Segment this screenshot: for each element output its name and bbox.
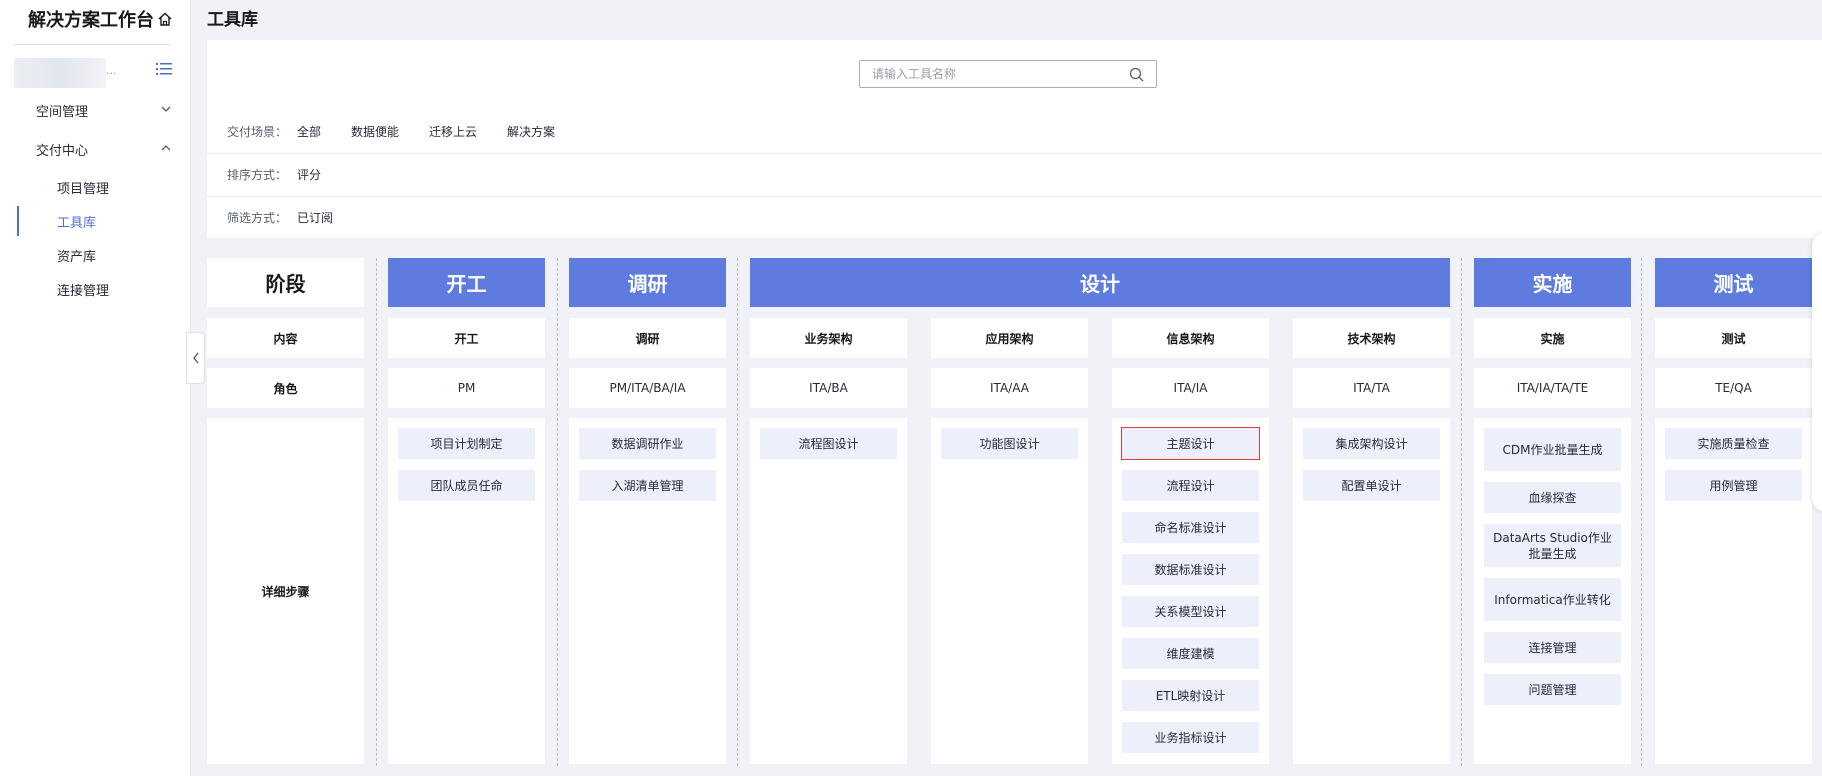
tool-button[interactable]: 业务指标设计 [1122,722,1259,753]
chevron-left-icon [192,352,199,364]
phase-separator [557,258,558,766]
scene-filter-label: 交付场景： [227,125,288,139]
role-cell: ITA/BA [750,368,907,408]
active-indicator [17,206,19,236]
tool-button[interactable]: 流程图设计 [760,428,897,459]
tool-button[interactable]: 项目计划制定 [398,428,535,459]
phase-separator [1461,258,1462,766]
sidebar-item-projects[interactable]: 项目管理 [57,178,109,197]
phase-header-research: 调研 [569,258,726,307]
sidebar-item-connections[interactable]: 连接管理 [57,280,109,299]
tool-button[interactable]: 数据调研作业 [579,428,716,459]
search-icon[interactable] [1129,67,1144,82]
role-cell: ITA/AA [931,368,1088,408]
tool-button[interactable]: 关系模型设计 [1122,596,1259,627]
role-cell: ITA/IA [1112,368,1269,408]
role-cell: PM [388,368,545,408]
sidebar-item-assets[interactable]: 资产库 [57,246,96,265]
steps-column [750,418,907,764]
phase-separator [737,258,738,766]
phase-header-kickoff: 开工 [388,258,545,307]
side-floating-panel[interactable] [1812,232,1822,512]
steps-column [931,418,1088,764]
tool-button[interactable]: 用例管理 [1665,470,1802,501]
tool-button[interactable]: 集成架构设计 [1303,428,1440,459]
sort-label: 排序方式： [227,168,288,182]
content-cell: 测试 [1655,318,1812,358]
list-icon[interactable] [156,62,172,80]
tool-button[interactable]: DataArts Studio作业批量生成 [1484,524,1621,567]
filter-divider [207,153,1822,154]
tool-button[interactable]: Informatica作业转化 [1484,578,1621,621]
menu-group-label: 交付中心 [36,144,89,159]
content-cell: 开工 [388,318,545,358]
search-input[interactable] [860,61,1134,87]
page-title: 工具库 [207,10,258,30]
role-row-label: 角色 [207,368,364,408]
sidebar-item-toolbox[interactable]: 工具库 [57,212,96,231]
content-cell: 调研 [569,318,726,358]
scene-option-solution[interactable]: 解决方案 [507,123,555,140]
sidebar: 解决方案工作台 ... 空间管理 交付中心 项目管理 工具库 资产库 连接管理 [0,0,191,776]
tool-button-selected[interactable]: 主题设计 [1121,427,1260,460]
tool-button[interactable]: 入湖清单管理 [579,470,716,501]
content-cell: 技术架构 [1293,318,1450,358]
tool-button[interactable]: 功能图设计 [941,428,1078,459]
phase-header-design: 设计 [750,258,1450,307]
sort-option-score[interactable]: 评分 [297,166,321,183]
role-cell: ITA/TA [1293,368,1450,408]
tool-button[interactable]: 血缘探查 [1484,482,1621,513]
scene-option-all[interactable]: 全部 [297,123,321,140]
menu-group-delivery[interactable]: 交付中心 [36,140,172,159]
phase-header-testing: 测试 [1655,258,1812,307]
tool-button[interactable]: 维度建模 [1122,638,1259,669]
phase-separator [1641,258,1642,766]
chevron-down-icon [161,106,171,112]
menu-group-label: 空间管理 [36,105,89,120]
menu-group-space[interactable]: 空间管理 [36,101,172,120]
sidebar-collapse-button[interactable] [186,332,205,384]
steps-row-label: 详细步骤 [207,418,364,764]
brand[interactable]: 解决方案工作台 [28,6,173,32]
content-row-label: 内容 [207,318,364,358]
phase-header-implementation: 实施 [1474,258,1631,307]
search-box[interactable] [859,60,1157,88]
tool-button[interactable]: 配置单设计 [1303,470,1440,501]
filter-mode-label: 筛选方式： [227,211,288,225]
content-cell: 业务架构 [750,318,907,358]
role-cell: PM/ITA/BA/IA [569,368,726,408]
tool-button[interactable]: 连接管理 [1484,632,1621,663]
role-cell: ITA/IA/TA/TE [1474,368,1631,408]
stage-header: 阶段 [207,258,364,307]
tool-button[interactable]: 命名标准设计 [1122,512,1259,543]
scene-option-migration[interactable]: 迁移上云 [429,123,477,140]
tool-button[interactable]: CDM作业批量生成 [1484,428,1621,471]
brand-divider [14,44,171,45]
phase-separator [376,258,377,766]
tool-button[interactable]: 问题管理 [1484,674,1621,705]
brand-title: 解决方案工作台 [28,10,154,31]
content-cell: 实施 [1474,318,1631,358]
filter-divider [207,196,1822,197]
tool-button[interactable]: 流程设计 [1122,470,1259,501]
workspace-ellipsis: ... [106,64,117,77]
tool-button[interactable]: ETL映射设计 [1122,680,1259,711]
chevron-up-icon [161,145,171,151]
content-cell: 应用架构 [931,318,1088,358]
role-cell: TE/QA [1655,368,1812,408]
content-cell: 信息架构 [1112,318,1269,358]
tool-button[interactable]: 实施质量检查 [1665,428,1802,459]
tool-button[interactable]: 团队成员任命 [398,470,535,501]
home-icon [158,12,172,26]
filter-option-subscribed[interactable]: 已订阅 [297,209,333,226]
workspace-selector[interactable] [14,58,106,88]
scene-option-data[interactable]: 数据便能 [351,123,399,140]
tool-button[interactable]: 数据标准设计 [1122,554,1259,585]
